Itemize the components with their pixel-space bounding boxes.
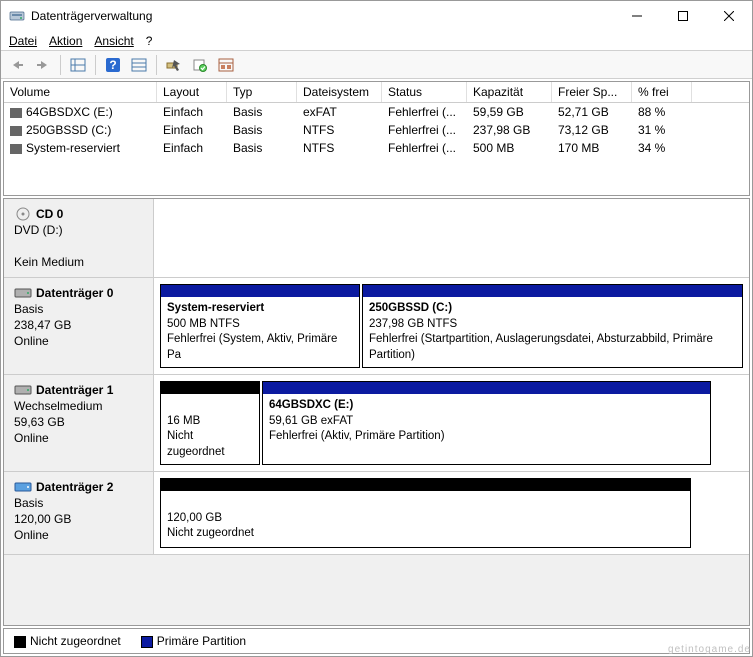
volume-icon [10,144,22,154]
help-button[interactable]: ? [101,54,125,76]
disk-0[interactable]: Datenträger 0 Basis 238,47 GB Online Sys… [4,278,749,375]
menubar: Datei Aktion Ansicht ? [1,31,752,51]
disk-icon [14,480,32,494]
legend: Nicht zugeordnet Primäre Partition [3,628,750,654]
partition-c[interactable]: 250GBSSD (C:) 237,98 GB NTFS Fehlerfrei … [362,284,743,368]
minimize-button[interactable] [614,1,660,31]
separator [156,55,157,75]
column-volume[interactable]: Volume [4,82,157,102]
graphical-view-button[interactable] [214,54,238,76]
partition-unallocated-120gb[interactable]: 120,00 GB Nicht zugeordnet [160,478,691,548]
volume-list: Volume Layout Typ Dateisystem Status Kap… [3,81,750,196]
watermark: getintogame.de [668,644,751,655]
maximize-button[interactable] [660,1,706,31]
toolbar: ? [1,51,752,79]
cd-icon [14,207,32,221]
window-title: Datenträgerverwaltung [31,9,152,23]
partition-unallocated-16mb[interactable]: 16 MB Nicht zugeordnet [160,381,260,465]
volume-row[interactable]: 64GBSDXC (E:)EinfachBasisexFATFehlerfrei… [4,103,749,121]
list-view-button[interactable] [127,54,151,76]
close-button[interactable] [706,1,752,31]
app-icon [9,8,25,24]
partition-e[interactable]: 64GBSDXC (E:) 59,61 GB exFAT Fehlerfrei … [262,381,711,465]
detail-view-button[interactable] [66,54,90,76]
column-filesystem[interactable]: Dateisystem [297,82,382,102]
volume-icon [10,108,22,118]
column-percent[interactable]: % frei [632,82,692,102]
menu-help[interactable]: ? [146,34,153,48]
menu-file[interactable]: Datei [9,34,37,48]
volume-icon [10,126,22,136]
disk-icon [14,383,32,397]
menu-action[interactable]: Aktion [49,34,82,48]
disk-cd0[interactable]: CD 0 DVD (D:) Kein Medium [4,199,749,278]
menu-view[interactable]: Ansicht [94,34,133,48]
volume-row[interactable]: System-reserviertEinfachBasisNTFSFehlerf… [4,139,749,157]
separator [60,55,61,75]
partition-system-reserved[interactable]: System-reserviert 500 MB NTFS Fehlerfrei… [160,284,360,368]
disk-2[interactable]: Datenträger 2 Basis 120,00 GB Online 120… [4,472,749,555]
column-free[interactable]: Freier Sp... [552,82,632,102]
disk-1[interactable]: Datenträger 1 Wechselmedium 59,63 GB Onl… [4,375,749,472]
action-button[interactable] [162,54,186,76]
column-type[interactable]: Typ [227,82,297,102]
column-status[interactable]: Status [382,82,467,102]
column-layout[interactable]: Layout [157,82,227,102]
separator [95,55,96,75]
volume-row[interactable]: 250GBSSD (C:)EinfachBasisNTFSFehlerfrei … [4,121,749,139]
titlebar: Datenträgerverwaltung [1,1,752,31]
legend-unallocated-icon [14,636,26,648]
back-button[interactable] [5,54,29,76]
properties-button[interactable] [188,54,212,76]
forward-button[interactable] [31,54,55,76]
column-capacity[interactable]: Kapazität [467,82,552,102]
disk-graphical-pane: CD 0 DVD (D:) Kein Medium Datenträger 0 … [3,198,750,626]
legend-primary-icon [141,636,153,648]
disk-icon [14,286,32,300]
svg-text:?: ? [109,58,116,72]
